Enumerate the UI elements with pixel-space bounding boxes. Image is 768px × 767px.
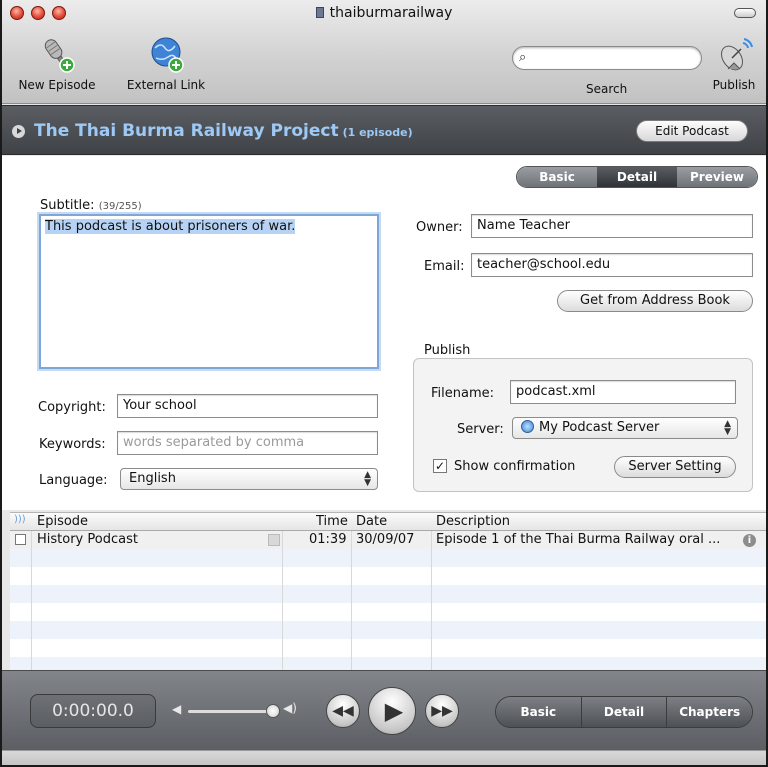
server-label: Server:: [457, 422, 504, 437]
volume-low-icon: ◀: [172, 702, 182, 716]
tab-preview[interactable]: Preview: [677, 167, 757, 187]
new-episode-button[interactable]: New Episode: [10, 34, 104, 92]
volume-high-icon: ◀): [283, 701, 297, 715]
column-description[interactable]: Description: [436, 514, 510, 529]
rewind-button[interactable]: ◀◀: [326, 694, 360, 728]
subtitle-label: Subtitle: (39/255): [40, 198, 142, 213]
publish-label: Publish: [712, 78, 756, 92]
list-header: ))) Episode Time Date Description: [10, 513, 766, 531]
server-value: My Podcast Server: [539, 420, 660, 435]
copyright-field[interactable]: Your school: [117, 394, 378, 418]
subtitle-label-text: Subtitle:: [40, 198, 95, 213]
episode-date: 30/09/07: [356, 532, 415, 547]
episode-description: Episode 1 of the Thai Burma Railway oral…: [436, 532, 721, 547]
new-episode-label: New Episode: [18, 78, 96, 92]
podcast-header: The Thai Burma Railway Project (1 episode…: [2, 105, 766, 155]
subtitle-count: (39/255): [98, 201, 142, 212]
keywords-field[interactable]: words separated by comma: [117, 431, 378, 455]
view-tabs: Basic Detail Preview: [516, 166, 758, 188]
column-divider: [351, 513, 352, 671]
language-value: English: [129, 471, 176, 486]
episode-time: 01:39: [309, 532, 347, 547]
app-window: thaiburmarailway New Episode External Li…: [0, 0, 768, 767]
show-confirmation-label: Show confirmation: [454, 459, 576, 474]
artwork-icon: [268, 534, 280, 546]
search-icon: ⌕: [519, 50, 527, 65]
list-row-stripe: [10, 549, 766, 567]
column-divider: [282, 513, 283, 671]
play-button[interactable]: ▶: [368, 687, 416, 735]
subtitle-text: This podcast is about prisoners of war.: [45, 219, 296, 234]
owner-label: Owner:: [416, 220, 463, 235]
microphone-add-icon: [37, 34, 77, 74]
column-episode[interactable]: Episode: [37, 514, 88, 529]
get-from-address-book-button[interactable]: Get from Address Book: [557, 290, 753, 312]
show-confirmation-checkbox[interactable]: ✓: [433, 459, 447, 473]
episode-list: ))) Episode Time Date Description Histor…: [10, 512, 766, 675]
search-input[interactable]: ⌕: [512, 46, 702, 70]
podcast-title: The Thai Burma Railway Project (1 episode…: [34, 121, 413, 141]
column-date[interactable]: Date: [356, 514, 387, 529]
external-link-label: External Link: [126, 78, 206, 92]
edit-podcast-button[interactable]: Edit Podcast: [636, 120, 748, 142]
episode-tab-detail[interactable]: Detail: [581, 697, 668, 727]
keywords-label: Keywords:: [39, 437, 106, 452]
filename-label: Filename:: [431, 386, 495, 401]
language-label: Language:: [39, 473, 108, 488]
updown-arrows-icon: ▲ ▼: [724, 419, 731, 437]
play-icon: ▶: [384, 697, 404, 725]
email-field[interactable]: teacher@school.edu: [471, 253, 753, 277]
episode-tab-chapters[interactable]: Chapters: [667, 697, 752, 727]
owner-field[interactable]: Name Teacher: [471, 214, 753, 238]
detail-panel: Basic Detail Preview Subtitle: (39/255) …: [2, 156, 766, 510]
email-label: Email:: [424, 259, 465, 274]
list-row-stripe: [10, 621, 766, 639]
search-label: Search: [586, 82, 628, 96]
tab-basic[interactable]: Basic: [517, 167, 597, 187]
fast-forward-icon: ▶▶: [431, 703, 453, 719]
server-select[interactable]: My Podcast Server ▲ ▼: [512, 417, 738, 439]
publish-group-heading: Publish: [424, 343, 471, 358]
globe-add-icon: [146, 34, 186, 74]
list-row-stripe: [10, 585, 766, 603]
episode-view-tabs: Basic Detail Chapters: [495, 696, 753, 728]
server-setting-button[interactable]: Server Setting: [614, 456, 736, 478]
toolbar: thaiburmarailway New Episode External Li…: [2, 0, 766, 104]
volume-slider[interactable]: [188, 710, 268, 713]
status-bar: [2, 750, 766, 765]
column-divider: [431, 513, 432, 671]
episode-name: History Podcast: [37, 532, 138, 547]
podcast-title-text: The Thai Burma Railway Project: [34, 121, 339, 141]
toolbar-toggle-button[interactable]: [734, 8, 756, 18]
row-checkbox[interactable]: [15, 534, 26, 545]
language-select[interactable]: English ▲ ▼: [120, 468, 378, 490]
rewind-icon: ◀◀: [332, 703, 354, 719]
player-bar: 0:00:00.0 ◀ ◀) ◀◀ ▶ ▶▶ Basic Detail Chap…: [2, 670, 766, 750]
info-icon[interactable]: i: [743, 534, 756, 547]
timecode-display: 0:00:00.0: [30, 694, 156, 728]
publish-button[interactable]: Publish: [704, 34, 764, 92]
tab-detail[interactable]: Detail: [597, 167, 677, 187]
updown-arrows-icon: ▲ ▼: [364, 470, 371, 488]
filename-field[interactable]: podcast.xml: [510, 380, 736, 404]
feed-icon: ))): [14, 514, 26, 525]
column-divider: [31, 513, 32, 671]
external-link-button[interactable]: External Link: [118, 34, 214, 92]
disclosure-triangle-icon[interactable]: [12, 125, 25, 138]
satellite-dish-icon: [714, 34, 754, 74]
episode-tab-basic[interactable]: Basic: [496, 697, 582, 727]
window-title-text: thaiburmarailway: [329, 5, 453, 21]
document-icon: [315, 7, 324, 18]
window-title: thaiburmarailway: [2, 5, 766, 21]
subtitle-textarea[interactable]: This podcast is about prisoners of war.: [39, 214, 379, 369]
column-time[interactable]: Time: [316, 514, 348, 529]
server-globe-icon: [521, 420, 534, 433]
copyright-label: Copyright:: [38, 400, 106, 415]
episode-count: (1 episode): [342, 126, 413, 139]
volume-slider-knob[interactable]: [266, 704, 280, 718]
fast-forward-button[interactable]: ▶▶: [425, 694, 459, 728]
